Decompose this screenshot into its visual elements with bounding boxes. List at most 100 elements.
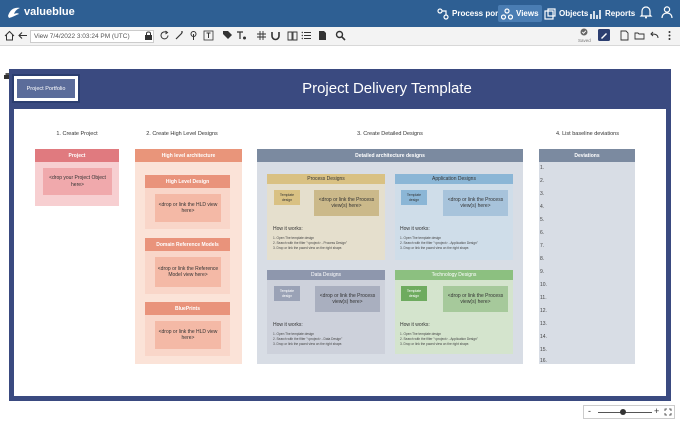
hla-header[interactable]: High level architecture [135,149,242,162]
objects-icon [544,7,556,20]
blueprints-header[interactable]: BluePrints [145,302,230,315]
application-step-3: 3. Drop or link the paced view on the ri… [400,245,470,250]
deviation-item: 1. [540,165,545,171]
data-step-3: 3. Drop or link the paced view on the ri… [273,341,343,346]
book-icon[interactable] [287,30,298,41]
process-drop-zone[interactable]: <drop or link the Process view(s) here> [314,190,379,216]
zoom-out-button[interactable]: - [588,406,591,416]
process-how-it-works: How it works: [273,226,303,232]
deviation-item: 10. [540,282,547,288]
home-icon[interactable] [4,30,15,41]
view-version-field[interactable]: View 7/4/2022 3:03:24 PM (UTC) [30,30,154,43]
domain-models-header[interactable]: Domain Reference Models [145,238,230,251]
deviation-item: 8. [540,256,545,262]
deviations-container [539,162,635,364]
application-template-design[interactable]: Template design [401,190,427,205]
technology-step-2: 2. Search with the filter "<project> - A… [400,336,478,341]
touch-icon[interactable] [188,30,199,41]
technology-step-3: 3. Drop or link the paced view on the ri… [400,341,470,346]
nav-reports[interactable]: Reports [587,5,638,22]
section-create-hld: 2. Create High Level Designs [146,131,218,137]
technology-designs-header[interactable]: Technology Designs [395,270,513,280]
deviation-item: 13. [540,321,547,327]
folder-icon[interactable] [634,30,645,41]
hld-header[interactable]: High Level Design [145,175,230,188]
reports-icon [590,9,601,19]
process-step-2: 2. Search with the filter "<project> - P… [273,240,348,245]
fit-screen-icon[interactable] [664,408,672,416]
magic-wand-icon[interactable] [174,30,185,41]
deviation-item: 16. [540,358,547,364]
bell-icon[interactable] [639,5,653,19]
data-how-it-works: How it works: [273,322,303,328]
data-steps: 1. Open The template design 2. Search wi… [273,332,342,346]
domain-models-drop-zone[interactable]: <drop or link the Reference Model view h… [155,257,221,287]
data-drop-zone[interactable]: <drop or link the Process view(s) here> [315,286,380,312]
saved-check-icon [580,28,588,36]
process-designs-header[interactable]: Process Designs [267,174,385,184]
deviation-item: 15. [540,347,547,353]
data-template-design[interactable]: Template design [274,286,300,301]
process-steps: 1. Open The template design 2. Search wi… [273,236,347,250]
section-baseline: 4. List baseline deviations [556,131,619,137]
deviation-item: 6. [540,230,545,236]
technology-how-it-works: How it works: [400,322,430,328]
deviation-item: 12. [540,308,547,314]
deviation-item: 7. [540,243,545,249]
deviation-item: 2. [540,178,545,184]
more-icon[interactable] [664,30,675,41]
nav-views[interactable]: Views [498,5,542,22]
application-steps: 1. Open The template design 2. Search wi… [400,236,478,250]
undo-icon[interactable] [649,30,660,41]
process-template-design[interactable]: Template design [274,190,300,205]
grid-icon[interactable] [256,30,267,41]
list-icon[interactable] [301,30,312,41]
technology-steps: 1. Open The template design 2. Search wi… [400,332,478,346]
deviation-item: 9. [540,269,545,275]
nav-objects[interactable]: Objects [541,5,591,22]
magnet-icon[interactable] [270,30,281,41]
tag-icon[interactable] [222,30,233,41]
search-icon[interactable] [335,30,346,41]
application-designs-header[interactable]: Application Designs [395,174,513,184]
new-file-icon[interactable] [619,30,630,41]
section-create-detailed: 3. Create Detailed Designs [357,131,423,137]
technology-drop-zone[interactable]: <drop or link the Process view(s) here> [443,286,508,312]
project-header[interactable]: Project [35,149,119,162]
zoom-control: - + [583,405,675,419]
refresh-icon[interactable] [159,30,170,41]
deviations-header[interactable]: Deviations [539,149,635,162]
detailed-header[interactable]: Detailed architecture designs [257,149,523,162]
valueblue-logo-icon [8,7,20,18]
application-drop-zone[interactable]: <drop or link the Process view(s) here> [443,190,508,216]
diagram-title: Project Delivery Template [302,80,472,97]
project-portfolio-box[interactable]: Project Portfolio [12,74,80,103]
application-step-2: 2. Search with the filter "<project> - A… [400,240,478,245]
edit-pencil-icon[interactable] [598,29,610,41]
deviation-item: 5. [540,217,545,223]
views-icon [501,7,513,20]
zoom-slider-handle[interactable] [620,409,626,415]
nav-objects-label: Objects [559,9,589,18]
user-icon[interactable] [660,5,674,19]
application-how-it-works: How it works: [400,226,430,232]
project-drop-zone[interactable]: <drop your Project Object here> [43,168,112,195]
section-create-project: 1. Create Project [56,131,98,137]
process-step-3: 3. Drop or link the paced view on the ri… [273,245,343,250]
deviation-item: 11. [540,295,547,301]
document-icon[interactable] [317,30,328,41]
data-designs-header[interactable]: Data Designs [267,270,385,280]
back-arrow-icon[interactable] [17,30,28,41]
deviation-item: 3. [540,191,545,197]
hld-drop-zone[interactable]: <drop or link the HLD view here> [155,194,221,222]
nav-reports-label: Reports [605,9,636,18]
text-tag-icon[interactable] [236,30,247,41]
toolbar: View 7/4/2022 3:03:24 PM (UTC) Saved [0,27,680,46]
brand-name: valueblue [24,6,75,18]
zoom-in-button[interactable]: + [654,406,659,416]
lock-icon[interactable] [143,30,154,41]
data-step-2: 2. Search with the filter "<project> - D… [273,336,343,341]
blueprints-drop-zone[interactable]: <drop or link the HLD view here> [155,321,221,349]
text-frame-icon[interactable] [203,30,214,41]
technology-template-design[interactable]: Template design [401,286,427,301]
